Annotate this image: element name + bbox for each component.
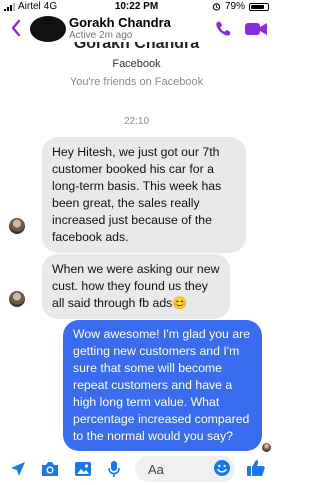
message-input[interactable]: Aa [135, 456, 235, 482]
battery-fill [251, 4, 264, 9]
status-right: 79% [212, 1, 269, 12]
status-bar: Airtel 4G 10:22 PM 79% [0, 0, 273, 14]
battery-percent: 79% [224, 1, 245, 12]
active-status: Active 2m ago [69, 30, 133, 41]
contact-name[interactable]: Gorakh Chandra [69, 15, 171, 30]
avatar[interactable] [30, 16, 66, 42]
conversation-timestamp: 22:10 [123, 116, 150, 127]
camera-icon[interactable] [40, 460, 60, 478]
location-arrow-icon[interactable] [9, 460, 27, 478]
profile-intro: Gorakh Chandra Facebook You're friends o… [0, 42, 273, 88]
image-icon[interactable] [74, 460, 92, 478]
incoming-message[interactable]: When we were asking our new cust. how th… [42, 254, 230, 319]
composer-toolbar: Aa [0, 452, 273, 485]
chat-header: Gorakh Chandra Active 2m ago [0, 14, 273, 42]
video-camera-icon[interactable] [244, 21, 268, 37]
message-text: Wow awesome! I'm glad you are getting ne… [73, 327, 251, 443]
sender-avatar[interactable] [9, 218, 25, 234]
incoming-message[interactable]: Hey Hitesh, we just got our 7th customer… [42, 137, 246, 253]
thumbs-up-icon[interactable] [246, 458, 266, 478]
microphone-icon[interactable] [107, 460, 121, 478]
chevron-left-icon[interactable] [8, 18, 24, 38]
battery-icon [249, 2, 269, 11]
phone-icon[interactable] [213, 20, 233, 38]
profile-platform: Facebook [112, 58, 161, 70]
seen-indicator-avatar [262, 443, 271, 452]
message-text: When we were asking our new cust. how th… [52, 262, 220, 310]
sender-avatar[interactable] [9, 291, 25, 307]
message-input-placeholder: Aa [148, 462, 164, 477]
profile-name: Gorakh Chandra [73, 42, 200, 52]
friend-status: You're friends on Facebook [69, 76, 204, 88]
alarm-icon [212, 3, 221, 11]
outgoing-message[interactable]: Wow awesome! I'm glad you are getting ne… [63, 320, 262, 451]
smiley-icon[interactable] [213, 459, 231, 477]
message-text: Hey Hitesh, we just got our 7th customer… [52, 145, 222, 244]
